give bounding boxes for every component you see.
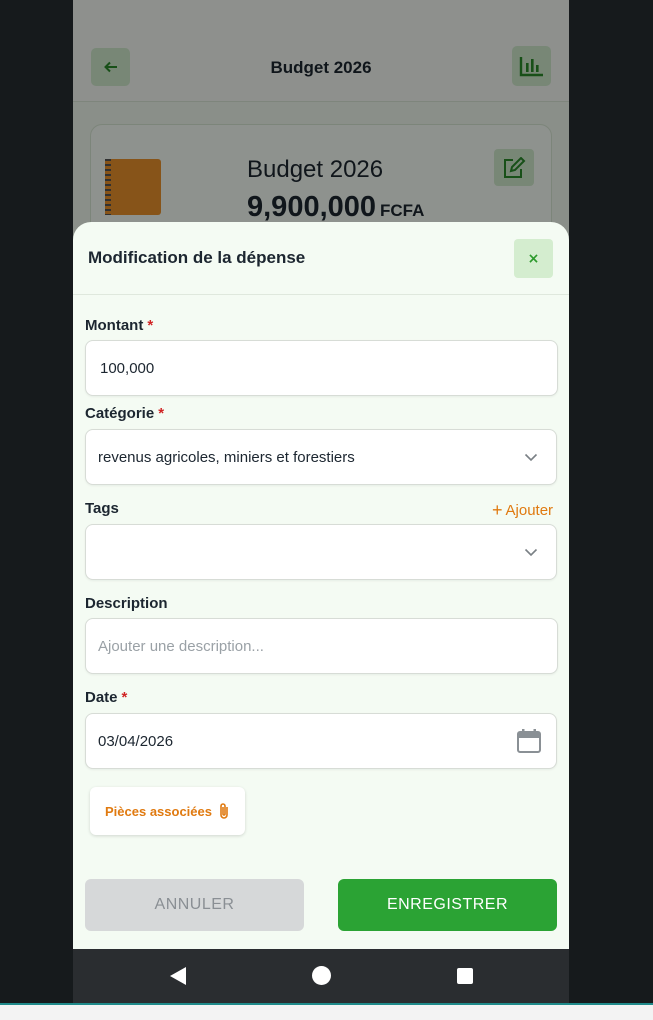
amount-value: 100,000 [100,359,155,377]
add-tag-label: Ajouter [505,501,554,519]
amount-label: Montant * [85,317,153,334]
system-navigation-bar [73,949,569,1003]
attachments-button[interactable]: Pièces associées [90,787,245,835]
category-label-text: Catégorie [85,405,155,422]
modal-header: Modification de la dépense × [73,222,569,295]
attachments-label: Pièces associées [105,803,212,819]
plus-icon: + [492,500,503,520]
description-label: Description [85,595,168,612]
tags-select[interactable] [85,524,557,580]
date-label: Date * [85,689,127,706]
description-placeholder: Ajouter une description... [98,637,264,655]
edit-expense-modal: Modification de la dépense × Montant * 10… [73,222,569,949]
phone-screen: Budget 2026 Budget 2026 9,900,000 FCFA Mo… [73,0,569,1003]
nav-back-icon[interactable] [170,967,186,985]
chevron-down-icon [524,453,538,462]
save-button[interactable]: ENREGISTRER [338,879,557,931]
category-label: Catégorie * [85,405,164,422]
amount-input[interactable]: 100,000 [85,340,558,396]
category-select[interactable]: revenus agricoles, miniers et forestiers [85,429,557,485]
date-value: 03/04/2026 [98,732,174,750]
required-mark: * [121,689,128,706]
category-value: revenus agricoles, miniers et forestiers [98,448,355,466]
modal-title: Modification de la dépense [88,248,306,267]
nav-recents-icon[interactable] [457,968,473,984]
date-input[interactable]: 03/04/2026 [85,713,557,769]
amount-label-text: Montant [85,317,144,334]
close-icon: × [527,250,540,267]
description-input[interactable]: Ajouter une description... [85,618,558,674]
nav-home-icon[interactable] [312,966,331,985]
calendar-icon[interactable] [516,728,542,754]
date-label-text: Date [85,689,118,706]
close-button[interactable]: × [514,239,553,278]
paperclip-icon [220,803,228,819]
window-bottom-strip [0,1003,653,1020]
add-tag-button[interactable]: + Ajouter [492,501,553,519]
tags-label: Tags [85,500,119,517]
cancel-button[interactable]: ANNULER [85,879,304,931]
chevron-down-icon [524,548,538,557]
required-mark: * [158,405,165,422]
required-mark: * [147,317,154,334]
